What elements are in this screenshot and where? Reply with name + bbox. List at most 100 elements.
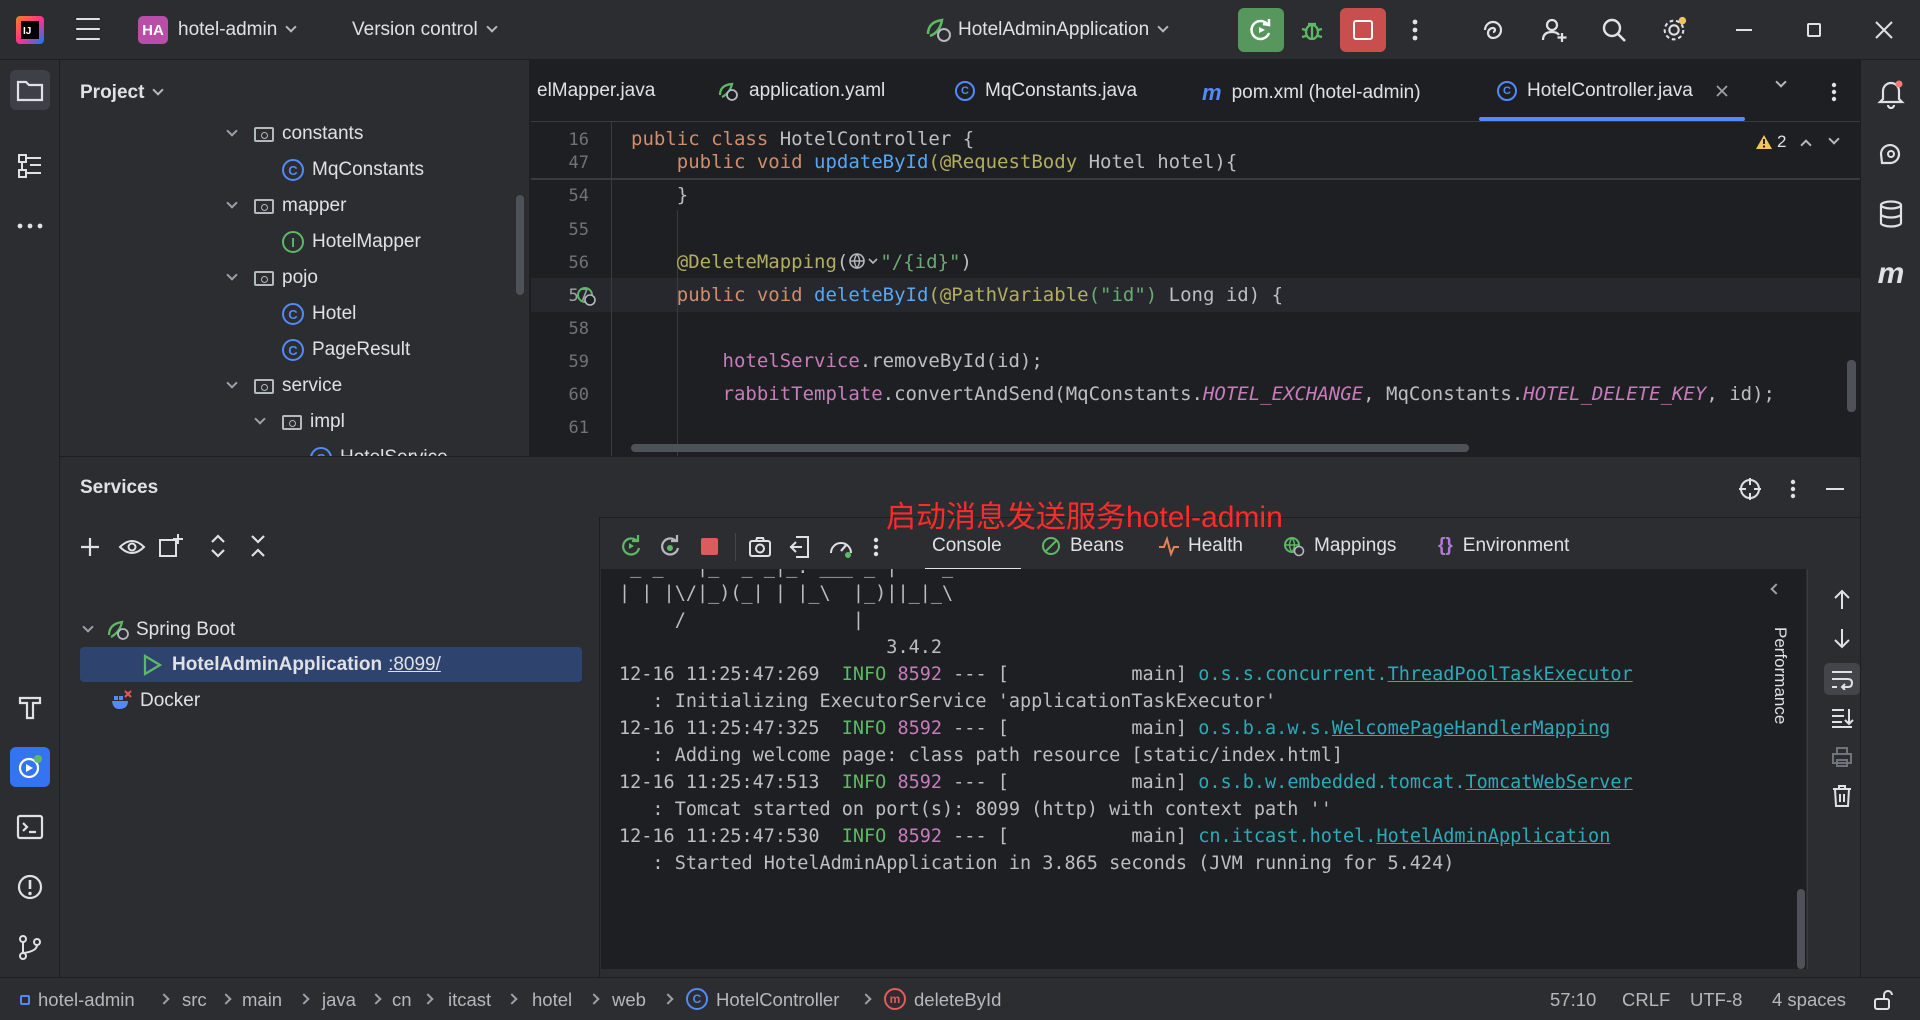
breadcrumb-item[interactable]: main xyxy=(242,989,282,1011)
notifications-bell-icon[interactable] xyxy=(1871,74,1911,114)
breadcrumb-item[interactable]: deleteById xyxy=(914,989,1001,1011)
logger-link[interactable]: ThreadPoolTaskExecutor xyxy=(1388,664,1633,685)
tree-item-mqconstants[interactable]: C MqConstants xyxy=(282,152,424,188)
performance-label[interactable]: Performance xyxy=(1766,627,1790,747)
expand-all-icon[interactable] xyxy=(208,533,228,559)
code-line-47[interactable]: public void updateById(@RequestBody Hote… xyxy=(631,151,1238,173)
breadcrumb-item[interactable]: hotel xyxy=(532,989,572,1011)
scroll-to-end-icon[interactable] xyxy=(1830,706,1854,728)
code-line-60[interactable]: rabbitTemplate.convertAndSend(MqConstant… xyxy=(631,383,1775,405)
console-scrollbar[interactable] xyxy=(1797,889,1805,969)
settings-gear-icon[interactable] xyxy=(1660,16,1688,44)
run-config-selector[interactable]: HotelAdminApplication xyxy=(926,18,1169,42)
main-menu-icon[interactable] xyxy=(76,18,100,40)
tab-pom-xml[interactable]: m pom.xml (hotel-admin) xyxy=(1202,80,1421,106)
file-encoding[interactable]: UTF-8 xyxy=(1690,989,1742,1011)
tab-environment[interactable]: {} Environment xyxy=(1438,535,1569,557)
logger-link[interactable]: WelcomePageHandlerMapping xyxy=(1332,718,1610,739)
project-selector[interactable]: hotel-admin xyxy=(178,19,297,41)
scroll-up-icon[interactable] xyxy=(1832,588,1852,610)
logger-link[interactable]: HotelAdminApplication xyxy=(1376,826,1610,847)
editor-vertical-scrollbar[interactable] xyxy=(1847,360,1856,412)
tree-item-impl[interactable]: impl xyxy=(254,404,345,440)
service-port-link[interactable]: :8099/ xyxy=(388,654,441,676)
clear-trash-icon[interactable] xyxy=(1831,784,1853,808)
problems-icon[interactable] xyxy=(10,867,50,907)
tree-item-pojo[interactable]: pojo xyxy=(226,260,318,296)
project-panel-title[interactable]: Project xyxy=(80,82,165,104)
scroll-down-icon[interactable] xyxy=(1832,628,1852,650)
new-group-icon[interactable] xyxy=(158,533,184,559)
add-service-icon[interactable] xyxy=(78,535,102,559)
more-actions-icon[interactable] xyxy=(1401,16,1429,44)
breadcrumb-item[interactable]: web xyxy=(612,989,646,1011)
tab-hotelmapper[interactable]: elMapper.java xyxy=(537,80,655,102)
profiler-icon[interactable] xyxy=(828,535,854,559)
breadcrumb-item[interactable]: hotel-admin xyxy=(38,989,135,1011)
tree-item-hotelservice[interactable]: CHotelService xyxy=(310,440,448,456)
restore-window-icon[interactable] xyxy=(1802,18,1826,42)
collapse-all-icon[interactable] xyxy=(248,533,268,559)
logger-link[interactable]: TomcatWebServer xyxy=(1466,772,1633,793)
inspection-widget[interactable]: 2 xyxy=(1755,132,1841,152)
tab-mappings[interactable]: Mappings xyxy=(1282,535,1396,557)
lock-icon[interactable] xyxy=(1872,989,1894,1011)
structure-tool-icon[interactable] xyxy=(10,146,50,186)
close-window-icon[interactable] xyxy=(1872,18,1896,42)
tree-item-constants[interactable]: constants xyxy=(226,122,363,152)
project-tool-folder-icon[interactable] xyxy=(10,70,50,110)
tree-item-hotel[interactable]: C Hotel xyxy=(282,296,356,332)
console-output[interactable]: _ _ |_ _ _|_. ___ _ | _ | | |\/|_)(_| | … xyxy=(601,569,1806,969)
tab-console[interactable]: Console xyxy=(932,535,1002,557)
code-line-54[interactable]: } xyxy=(631,184,688,206)
editor-horizontal-scrollbar[interactable] xyxy=(631,444,1469,452)
tree-item-mapper[interactable]: mapper xyxy=(226,188,346,224)
maven-icon[interactable]: m xyxy=(1871,254,1911,294)
caret-position[interactable]: 57:10 xyxy=(1550,989,1596,1011)
terminal-icon[interactable] xyxy=(10,807,50,847)
console-more-icon[interactable] xyxy=(873,537,879,557)
breadcrumb-item[interactable]: src xyxy=(182,989,207,1011)
vcs-selector[interactable]: Version control xyxy=(352,19,498,41)
rerun-button[interactable] xyxy=(1238,8,1284,52)
tab-beans[interactable]: Beans xyxy=(1040,535,1124,557)
tab-health[interactable]: Health xyxy=(1158,535,1243,557)
ai-assistant-icon[interactable] xyxy=(1479,16,1507,44)
close-tab-icon[interactable] xyxy=(1715,84,1729,98)
minimize-window-icon[interactable] xyxy=(1732,18,1756,42)
print-icon[interactable] xyxy=(1831,746,1853,768)
next-highlight-icon[interactable] xyxy=(1828,133,1841,145)
service-group-spring-boot[interactable]: Spring Boot xyxy=(82,612,235,648)
services-more-icon[interactable] xyxy=(1790,479,1796,499)
crosshair-icon[interactable] xyxy=(1738,477,1762,501)
soft-wrap-button[interactable] xyxy=(1824,663,1860,695)
breadcrumb-item[interactable]: java xyxy=(322,989,356,1011)
tab-mqconstants[interactable]: C MqConstants.java xyxy=(955,80,1137,102)
tab-hotelcontroller[interactable]: C HotelController.java xyxy=(1497,80,1729,102)
eye-icon[interactable] xyxy=(118,535,146,559)
rerun-icon[interactable] xyxy=(619,534,643,558)
code-line-57[interactable]: public void deleteById(@PathVariable("id… xyxy=(631,284,1283,306)
add-user-icon[interactable] xyxy=(1540,16,1568,44)
search-icon[interactable] xyxy=(1600,16,1628,44)
tree-item-hotelmapper[interactable]: I HotelMapper xyxy=(282,224,421,260)
ai-chat-icon[interactable] xyxy=(1871,134,1911,174)
tab-more-icon[interactable] xyxy=(1831,82,1837,102)
breadcrumb-item[interactable]: cn xyxy=(392,989,412,1011)
build-hammer-icon[interactable] xyxy=(10,687,50,727)
service-item-hoteladminapplication[interactable]: HotelAdminApplication :8099/ xyxy=(142,647,441,683)
service-item-docker[interactable]: Docker xyxy=(110,683,200,719)
tab-application-yaml[interactable]: application.yaml xyxy=(717,80,885,102)
project-badge[interactable]: HA xyxy=(138,16,168,44)
camera-icon[interactable] xyxy=(748,536,772,558)
previous-highlight-icon[interactable] xyxy=(1800,139,1813,151)
breadcrumb-item[interactable]: HotelController xyxy=(716,989,839,1011)
restart-debug-icon[interactable] xyxy=(658,534,684,558)
project-scrollbar[interactable] xyxy=(516,195,524,295)
services-tool-icon[interactable] xyxy=(10,747,50,787)
git-branch-icon[interactable] xyxy=(10,927,50,967)
http-client-globe-icon[interactable] xyxy=(848,252,880,270)
endpoint-gutter-icon[interactable] xyxy=(575,285,597,307)
line-separator[interactable]: CRLF xyxy=(1622,989,1670,1011)
hide-panel-icon[interactable] xyxy=(1826,488,1844,490)
